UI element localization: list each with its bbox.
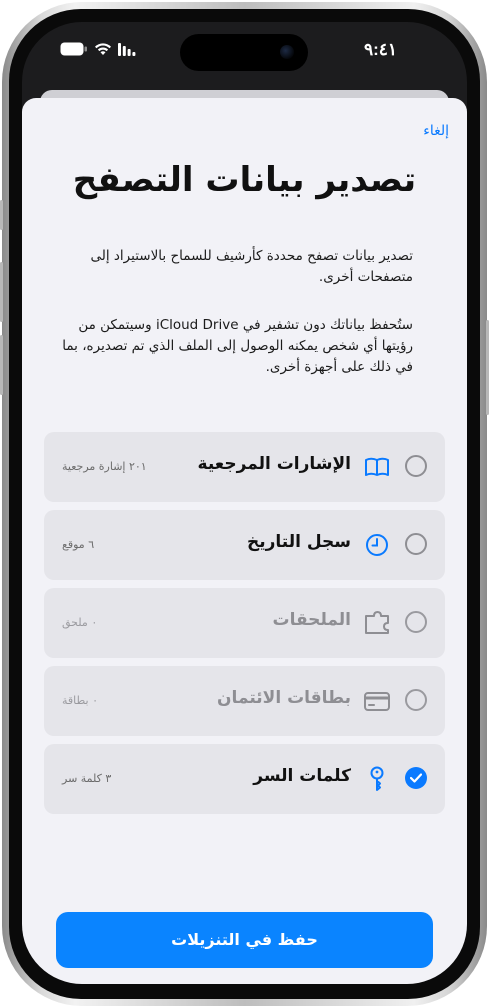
option-extensions[interactable]: الملحقات ٠ ملحق: [44, 588, 445, 658]
bookmarks-checkbox[interactable]: [405, 455, 427, 477]
camera-icon: [280, 45, 294, 59]
action-button: [0, 200, 3, 230]
option-history[interactable]: سجل التاريخ ٦ موقع: [44, 510, 445, 580]
option-label: سجل التاريخ: [246, 532, 351, 552]
status-time: ٩:٤١: [363, 40, 397, 59]
option-count: ٠ ملحق: [62, 616, 98, 629]
credit-cards-checkbox[interactable]: [405, 689, 427, 711]
passwords-checkbox[interactable]: [405, 767, 427, 789]
cellular-signal-icon: [118, 41, 136, 60]
credit-card-icon: [362, 686, 392, 716]
export-sheet: إلغاء تصدير بيانات التصفح تصدير بيانات ت…: [22, 98, 467, 984]
encryption-warning-text: ستُحفظ بياناتك دون تشفير في iCloud Drive…: [62, 317, 413, 375]
status-bar: ٩:٤١: [22, 22, 467, 82]
status-icons: [60, 42, 136, 58]
option-passwords[interactable]: كلمات السر ٣ كلمة سر: [44, 744, 445, 814]
volume-down-button: [0, 335, 3, 395]
option-label: بطاقات الائتمان: [217, 688, 351, 708]
wifi-icon: [94, 41, 112, 60]
screen: ٩:٤١ إلغاء تصدير بيانات التصفح تصدير بيا…: [22, 22, 467, 984]
puzzle-icon: [362, 608, 392, 638]
option-label: الإشارات المرجعية: [197, 454, 351, 474]
extensions-checkbox[interactable]: [405, 611, 427, 633]
description-text: تصدير بيانات تصفح محددة كأرشيف للسماح با…: [90, 248, 413, 285]
option-label: الملحقات: [272, 610, 351, 630]
checkmark-icon: [410, 773, 422, 783]
cancel-button[interactable]: إلغاء: [423, 123, 449, 139]
sheet-title: تصدير بيانات التصفح: [72, 160, 417, 200]
battery-icon: [60, 41, 88, 60]
option-bookmarks[interactable]: الإشارات المرجعية ٢٠١ إشارة مرجعية: [44, 432, 445, 502]
option-count: ٠ بطاقة: [62, 694, 99, 707]
clock-icon: [362, 530, 392, 560]
option-count: ٣ كلمة سر: [62, 772, 112, 785]
save-to-downloads-button[interactable]: حفظ في التنزيلات: [56, 912, 433, 968]
dynamic-island: [180, 34, 308, 71]
key-icon: [362, 764, 392, 794]
option-count: ٢٠١ إشارة مرجعية: [62, 460, 147, 473]
option-count: ٦ موقع: [62, 538, 95, 551]
history-checkbox[interactable]: [405, 533, 427, 555]
option-label: كلمات السر: [253, 766, 351, 786]
volume-up-button: [0, 262, 3, 322]
option-credit-cards[interactable]: بطاقات الائتمان ٠ بطاقة: [44, 666, 445, 736]
book-icon: [362, 452, 392, 482]
